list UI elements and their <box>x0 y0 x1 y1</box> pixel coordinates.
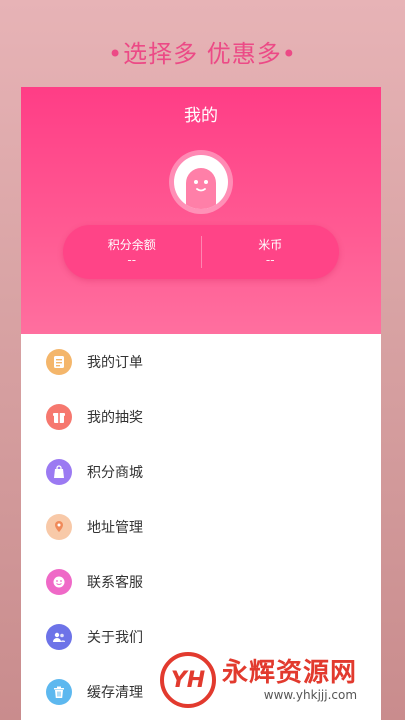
customer-service-icon <box>46 568 72 595</box>
lottery-icon <box>46 403 72 430</box>
balance-panel: 积分余额 -- 米币 -- <box>63 225 339 279</box>
menu-item-label: 地址管理 <box>87 519 143 536</box>
address-icon <box>46 513 72 540</box>
watermark-url: www.yhkjjj.com <box>263 688 358 702</box>
menu-item-label: 我的抽奖 <box>87 409 143 426</box>
orders-icon <box>46 348 72 375</box>
menu-item-label: 积分商城 <box>87 464 143 481</box>
avatar[interactable] <box>169 150 233 214</box>
menu-item-orders[interactable]: 我的订单 <box>21 334 381 389</box>
menu-item-address[interactable]: 地址管理 <box>21 499 381 554</box>
menu-item-label: 关于我们 <box>87 629 143 646</box>
profile-header: 我的 积分余额 -- 米币 -- <box>21 87 381 334</box>
mi-coin-value: -- <box>265 253 275 267</box>
watermark-title: 永辉资源网 <box>222 658 358 688</box>
menu-item-customer-service[interactable]: 联系客服 <box>21 554 381 609</box>
points-mall-icon <box>46 458 72 485</box>
watermark: YH 永辉资源网 www.yhkjjj.com <box>160 652 357 708</box>
mi-coin-label: 米币 <box>258 238 283 252</box>
menu-item-lottery[interactable]: 我的抽奖 <box>21 389 381 444</box>
mi-coin-stat[interactable]: 米币 -- <box>202 237 340 267</box>
promo-banner-text: •选择多 优惠多• <box>108 40 297 68</box>
menu-item-label: 缓存清理 <box>87 684 143 701</box>
points-balance-value: -- <box>127 253 137 267</box>
points-balance-label: 积分余额 <box>107 238 156 252</box>
page-title: 我的 <box>184 106 218 126</box>
cache-clear-icon <box>46 678 72 705</box>
ghost-avatar-icon <box>186 168 216 209</box>
menu-item-label: 我的订单 <box>87 354 143 371</box>
menu-item-points-mall[interactable]: 积分商城 <box>21 444 381 499</box>
points-balance-stat[interactable]: 积分余额 -- <box>63 237 201 267</box>
about-icon <box>46 623 72 650</box>
watermark-logo: YH <box>160 652 216 708</box>
app-screen: 我的 积分余额 -- 米币 -- 我的订单 我的抽奖 积分商城 地址管理 联系客… <box>21 87 381 720</box>
menu-item-label: 联系客服 <box>87 574 143 591</box>
